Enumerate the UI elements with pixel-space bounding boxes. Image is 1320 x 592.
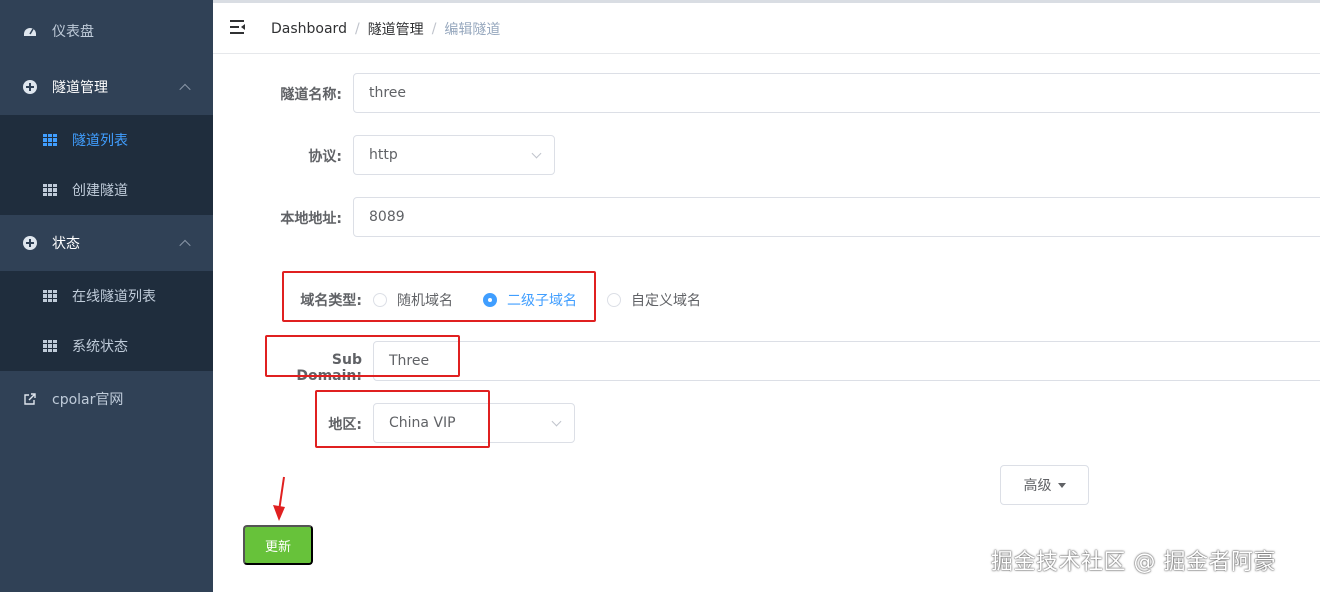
annotation-box-region (315, 390, 490, 448)
tunnel-name-label: 隧道名称: (280, 87, 342, 103)
sidebar-item-label: 状态 (52, 236, 80, 252)
annotation-box-subdomain (265, 335, 460, 377)
sidebar: 仪表盘 隧道管理 隧道列表 创建隧道 状态 在线隧道列表 系统状态 cpolar… (0, 0, 213, 592)
watermark: 掘金技术社区 @ 掘金者阿豪 (991, 550, 1276, 575)
sidebar-item-label: 创建隧道 (72, 183, 128, 199)
sidebar-item-label: 仪表盘 (52, 24, 94, 40)
protocol-select[interactable]: http (353, 135, 555, 175)
circle-plus-icon (23, 236, 37, 250)
local-address-value: 8089 (369, 209, 405, 225)
tunnel-name-value: three (369, 85, 407, 101)
breadcrumb: Dashboard / 隧道管理 / 编辑隧道 (271, 19, 500, 39)
chevron-down-icon (551, 416, 562, 427)
chevron-up-icon (179, 83, 191, 96)
protocol-value: http (369, 147, 398, 163)
sidebar-item-system-status[interactable]: 系统状态 (0, 321, 213, 371)
external-link-icon (23, 392, 37, 406)
radio-label: 自定义域名 (631, 293, 701, 309)
breadcrumb-edit-tunnel: 编辑隧道 (444, 22, 501, 38)
sidebar-item-online-tunnels[interactable]: 在线隧道列表 (0, 271, 213, 321)
navbar: Dashboard / 隧道管理 / 编辑隧道 (213, 3, 1320, 54)
breadcrumb-separator: / (431, 21, 437, 37)
annotation-arrow-icon (273, 476, 285, 521)
sidebar-item-create-tunnel[interactable]: 创建隧道 (0, 165, 213, 215)
sidebar-item-dashboard[interactable]: 仪表盘 (0, 3, 213, 59)
subdomain-input[interactable]: Three (373, 341, 1320, 381)
breadcrumb-tunnel-management[interactable]: 隧道管理 (368, 19, 424, 39)
sidebar-item-label: cpolar官网 (52, 392, 124, 408)
local-address-label: 本地地址: (280, 211, 342, 227)
protocol-label: 协议: (308, 149, 342, 165)
chevron-up-icon (179, 239, 191, 252)
table-icon (43, 183, 57, 197)
breadcrumb-separator: / (354, 21, 360, 37)
breadcrumb-dashboard[interactable]: Dashboard (271, 21, 347, 37)
table-icon (43, 289, 57, 303)
sidebar-item-label: 在线隧道列表 (72, 289, 156, 305)
annotation-box-domain-type (282, 271, 596, 322)
sidebar-item-label: 系统状态 (72, 339, 128, 355)
sidebar-item-status[interactable]: 状态 (0, 215, 213, 271)
table-icon (43, 339, 57, 353)
sidebar-item-tunnel-management[interactable]: 隧道管理 (0, 59, 213, 115)
advanced-button[interactable]: 高级 (1000, 465, 1089, 505)
local-address-input[interactable]: 8089 (353, 197, 1320, 237)
sidebar-item-label: 隧道管理 (52, 80, 108, 96)
chevron-down-icon (531, 148, 542, 159)
advanced-label: 高级 (1023, 477, 1052, 493)
circle-plus-icon (23, 80, 37, 94)
menu-toggle-icon[interactable] (230, 20, 246, 34)
tunnel-name-input[interactable]: three (353, 73, 1320, 113)
sidebar-item-tunnel-list[interactable]: 隧道列表 (0, 115, 213, 165)
radio-dot (607, 293, 621, 307)
dashboard-icon (23, 24, 37, 38)
table-icon (43, 133, 57, 147)
sidebar-item-cpolar-site[interactable]: cpolar官网 (0, 371, 213, 427)
sidebar-item-label: 隧道列表 (72, 133, 128, 149)
radio-custom-domain[interactable]: 自定义域名 (607, 290, 701, 310)
caret-down-icon (1057, 482, 1066, 488)
update-button[interactable]: 更新 (243, 525, 313, 565)
